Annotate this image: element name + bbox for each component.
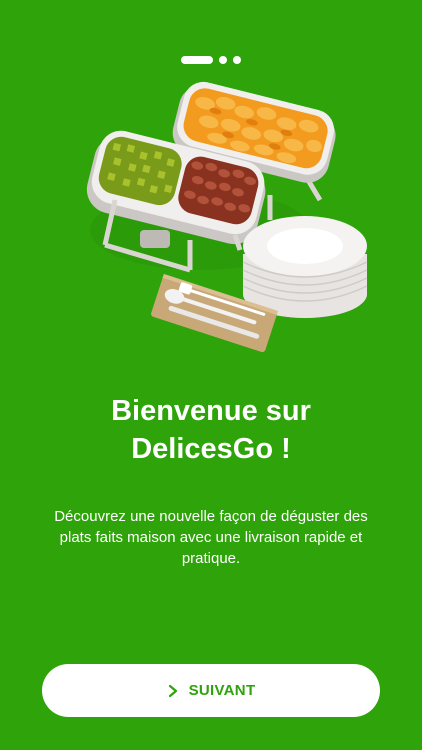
- next-button-label: SUIVANT: [188, 682, 256, 699]
- page-dot: [219, 56, 227, 64]
- page-dot-active: [181, 56, 213, 64]
- welcome-description: Découvrez une nouvelle façon de déguster…: [54, 508, 368, 567]
- page-indicator: [181, 56, 241, 64]
- chevron-right-icon: [168, 684, 177, 697]
- next-button[interactable]: SUIVANT: [42, 664, 380, 717]
- welcome-title: Bienvenue sur DelicesGo !: [111, 395, 311, 465]
- buffet-food-trays-illustration: [80, 70, 380, 360]
- page-dot: [233, 56, 241, 64]
